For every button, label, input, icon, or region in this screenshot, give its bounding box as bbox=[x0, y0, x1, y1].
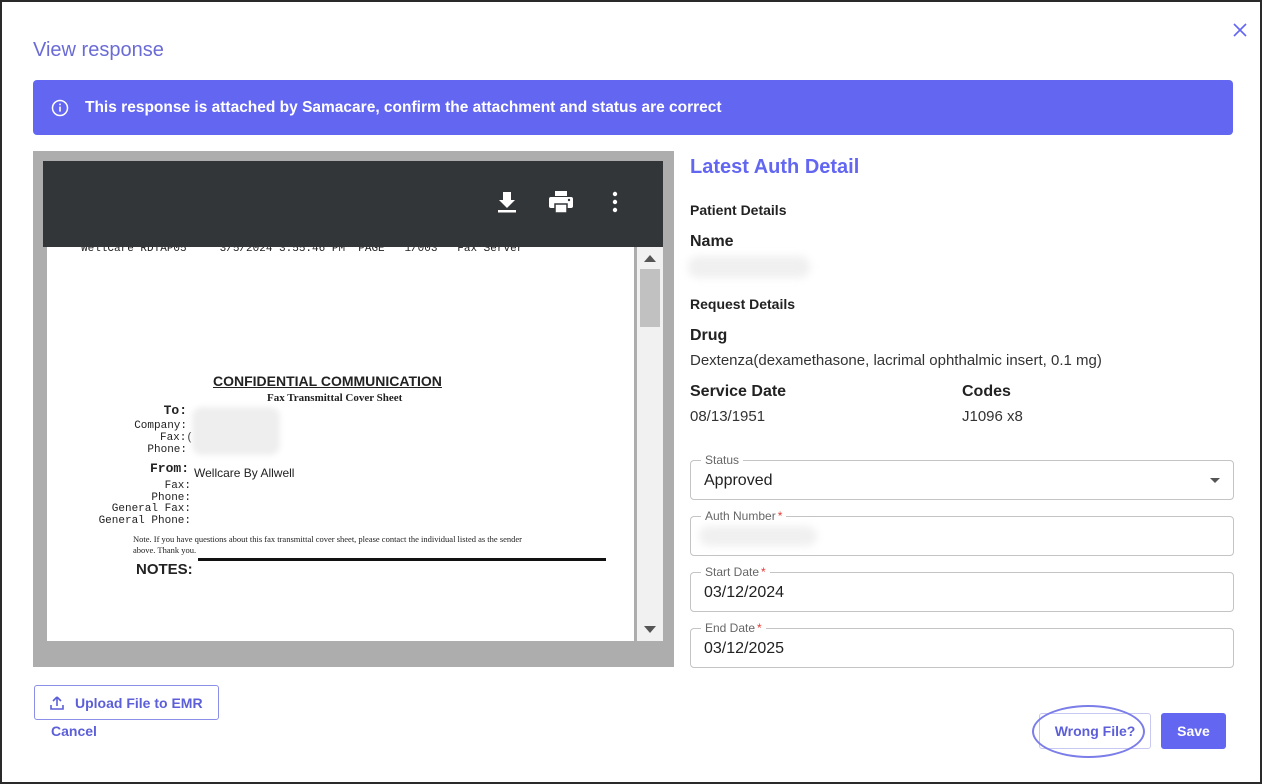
redacted-auth-number bbox=[699, 526, 817, 546]
general-fax-label: General Fax: bbox=[111, 503, 191, 515]
upload-file-to-emr-button[interactable]: Upload File to EMR bbox=[34, 685, 219, 720]
more-vert-icon[interactable] bbox=[601, 188, 629, 216]
scroll-thumb[interactable] bbox=[640, 269, 660, 327]
start-date-value: 03/12/2024 bbox=[704, 584, 785, 601]
from-fax-label: Fax: bbox=[164, 480, 191, 492]
drug-label: Drug bbox=[690, 327, 728, 344]
chevron-down-icon[interactable] bbox=[1210, 478, 1220, 483]
info-banner: This response is attached by Samacare, c… bbox=[33, 80, 1233, 135]
cover-note: Note. If you have questions about this f… bbox=[133, 534, 522, 555]
print-icon[interactable] bbox=[547, 188, 575, 216]
to-label: To: bbox=[163, 403, 187, 418]
cancel-button[interactable]: Cancel bbox=[51, 723, 97, 739]
document-page: WellCare RDTAP05 3/5/2024 3:55:46 PM PAG… bbox=[47, 247, 634, 641]
auth-number-label: Auth Number * bbox=[701, 509, 787, 523]
notes-underline bbox=[198, 558, 606, 561]
highlight-ring bbox=[1032, 705, 1145, 758]
codes-value: J1096 x8 bbox=[962, 408, 1023, 425]
document-subheading: Fax Transmittal Cover Sheet bbox=[267, 392, 403, 404]
codes-label: Codes bbox=[962, 383, 1011, 400]
end-date-field[interactable]: End Date * 03/12/2025 bbox=[690, 621, 1234, 668]
redacted-recipient bbox=[192, 407, 280, 455]
info-icon bbox=[51, 99, 69, 116]
upload-button-label: Upload File to EMR bbox=[75, 694, 203, 711]
download-icon[interactable] bbox=[493, 188, 521, 216]
banner-text: This response is attached by Samacare, c… bbox=[85, 98, 722, 116]
close-icon[interactable] bbox=[1231, 21, 1249, 39]
service-date-value: 08/13/1951 bbox=[690, 408, 766, 425]
request-details-label: Request Details bbox=[690, 296, 796, 312]
service-date-label: Service Date bbox=[690, 383, 787, 400]
notes-label: NOTES: bbox=[136, 561, 193, 578]
scroll-up-arrow-icon[interactable] bbox=[644, 255, 656, 262]
document-heading: CONFIDENTIAL COMMUNICATION bbox=[213, 373, 442, 389]
start-date-label: Start Date * bbox=[701, 565, 770, 579]
patient-details-label: Patient Details bbox=[690, 202, 787, 218]
status-label: Status bbox=[701, 453, 744, 467]
save-button[interactable]: Save bbox=[1161, 713, 1226, 749]
start-date-field[interactable]: Start Date * 03/12/2024 bbox=[690, 565, 1234, 612]
upload-icon bbox=[50, 695, 64, 710]
from-value: Wellcare By Allwell bbox=[194, 466, 295, 480]
latest-auth-detail-title: Latest Auth Detail bbox=[690, 156, 860, 178]
status-value: Approved bbox=[704, 472, 773, 489]
viewer-toolbar bbox=[43, 161, 663, 247]
end-date-label: End Date * bbox=[701, 621, 766, 635]
auth-number-field[interactable]: Auth Number * bbox=[690, 509, 1234, 556]
from-label: From: bbox=[149, 461, 189, 476]
view-response-dialog: View response This response is attached … bbox=[0, 0, 1262, 784]
name-label: Name bbox=[690, 233, 734, 250]
viewer-scrollbar[interactable] bbox=[637, 247, 663, 641]
fax-label: Fax:( bbox=[159, 432, 193, 444]
end-date-value: 03/12/2025 bbox=[704, 640, 785, 657]
dialog-title: View response bbox=[33, 39, 164, 61]
status-select[interactable]: Status Approved bbox=[690, 453, 1234, 500]
fax-header-line: WellCare RDTAP05 3/5/2024 3:55:46 PM PAG… bbox=[81, 247, 524, 255]
scroll-down-arrow-icon[interactable] bbox=[644, 626, 656, 633]
redacted-patient-name bbox=[688, 256, 810, 278]
phone-label: Phone: bbox=[147, 444, 187, 456]
general-phone-label: General Phone: bbox=[98, 515, 191, 527]
company-label: Company: bbox=[134, 420, 187, 432]
document-viewer: WellCare RDTAP05 3/5/2024 3:55:46 PM PAG… bbox=[33, 151, 674, 667]
drug-value: Dextenza(dexamethasone, lacrimal ophthal… bbox=[690, 352, 1102, 369]
